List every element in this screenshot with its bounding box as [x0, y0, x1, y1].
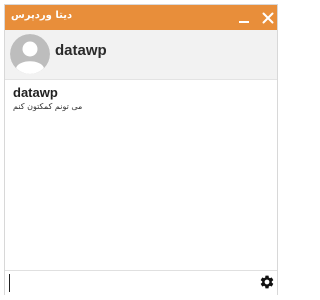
- close-icon: [262, 12, 274, 23]
- message-input[interactable]: [9, 274, 249, 292]
- gear-icon: [260, 275, 274, 289]
- user-avatar-icon: [10, 34, 50, 74]
- message-list: datawp می تونم کمکتون کنم: [5, 80, 277, 270]
- avatar: [10, 34, 50, 74]
- close-button[interactable]: [257, 5, 279, 30]
- minimize-icon: [239, 20, 249, 23]
- chat-window: دیتا وردپرس datawp datawp می تونم کمکتون…: [4, 4, 278, 295]
- contact-header: datawp: [5, 30, 277, 80]
- contact-name: datawp: [55, 42, 107, 59]
- settings-button[interactable]: [259, 274, 275, 290]
- message-author: datawp: [13, 85, 58, 100]
- message-text: می تونم کمکتون کنم: [13, 102, 83, 111]
- minimize-button[interactable]: [233, 5, 255, 30]
- chat-titlebar: دیتا وردپرس: [5, 5, 277, 30]
- window-title: دیتا وردپرس: [11, 10, 73, 21]
- message-composer: [5, 270, 277, 295]
